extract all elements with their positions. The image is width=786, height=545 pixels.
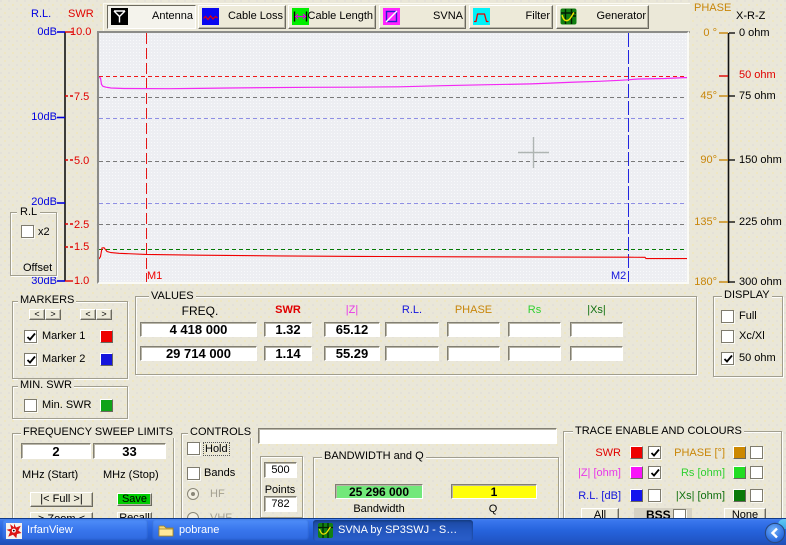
svg-text:M1: M1 <box>147 270 162 282</box>
svg-text:M2: M2 <box>611 270 626 282</box>
